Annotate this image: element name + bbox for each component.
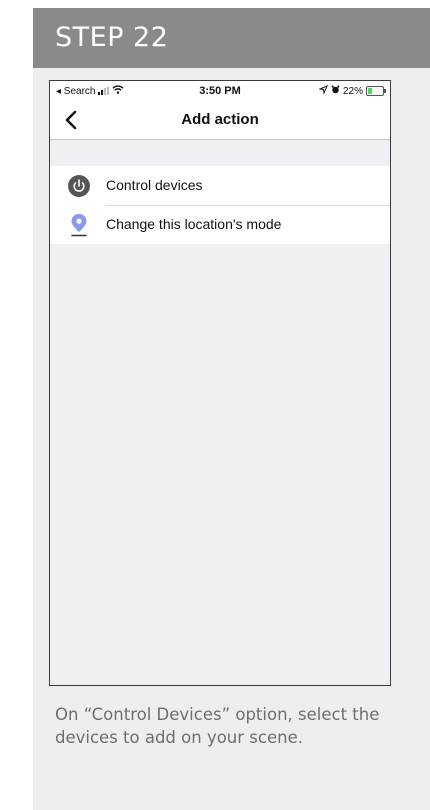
action-list: Control devices Change this location's m… xyxy=(50,166,390,244)
phone-screenshot: ◂ Search 3:50 PM 22% Add action Control … xyxy=(49,80,391,686)
action-control-devices[interactable]: Control devices xyxy=(50,166,390,205)
battery-charging-icon xyxy=(366,86,386,96)
page-title: Add action xyxy=(181,111,259,128)
location-pin-icon xyxy=(68,214,90,237)
nav-bar: Add action xyxy=(50,101,390,140)
action-change-location-mode[interactable]: Change this location's mode xyxy=(50,205,390,244)
step-card: STEP 22 ◂ Search 3:50 PM 22% Add action … xyxy=(33,8,430,810)
battery-percent: 22% xyxy=(342,85,363,97)
status-right: 22% xyxy=(318,84,386,97)
action-label: Change this location's mode xyxy=(106,216,282,232)
step-caption: On “Control Devices” option, select the … xyxy=(55,705,380,747)
status-bar: ◂ Search 3:50 PM 22% xyxy=(50,81,390,101)
alarm-icon xyxy=(331,85,340,97)
power-icon xyxy=(68,175,90,197)
location-arrow-icon xyxy=(318,84,329,97)
action-label: Control devices xyxy=(106,177,203,193)
step-header: STEP 22 xyxy=(33,8,430,68)
step-title: STEP 22 xyxy=(55,22,169,53)
action-list-area: Control devices Change this location's m… xyxy=(50,140,390,685)
